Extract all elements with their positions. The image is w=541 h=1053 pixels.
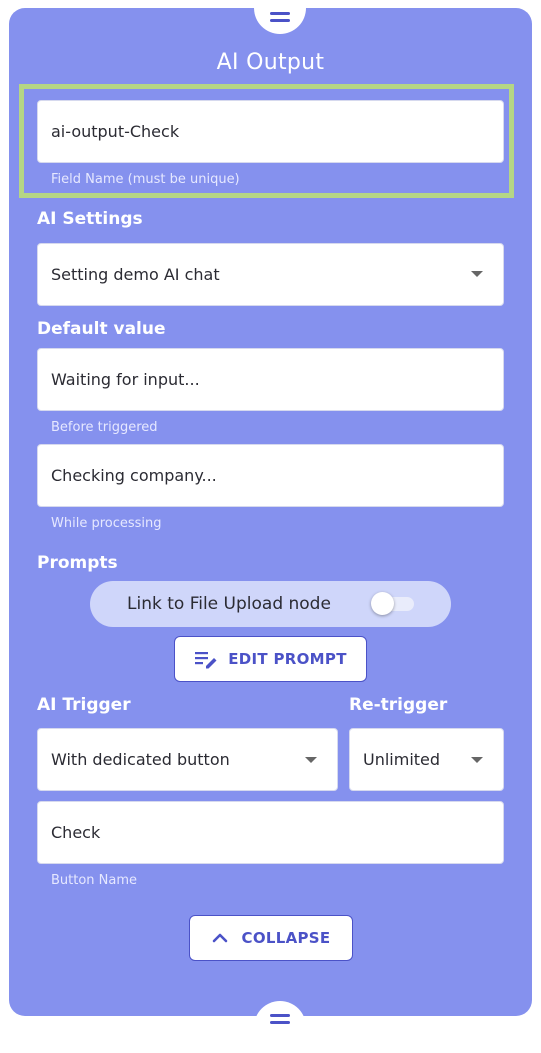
prompts-heading: Prompts: [37, 553, 118, 573]
file-upload-link-switch-knob[interactable]: [371, 592, 394, 615]
retrigger-value: Unlimited: [363, 750, 441, 769]
collapse-button[interactable]: COLLAPSE: [189, 915, 353, 961]
ai-trigger-select[interactable]: With dedicated button: [37, 728, 338, 791]
ai-trigger-value: With dedicated button: [51, 750, 230, 769]
button-name-helper: Button Name: [51, 873, 138, 888]
default-value-heading: Default value: [37, 319, 166, 339]
ai-settings-heading: AI Settings: [37, 209, 143, 229]
drag-handle-icon: [270, 12, 290, 24]
while-processing-input[interactable]: Checking company...: [37, 444, 504, 507]
edit-list-icon: [195, 652, 217, 669]
panel-title: AI Output: [216, 50, 325, 75]
dropdown-arrow-icon: [471, 271, 483, 277]
dropdown-arrow-icon: [305, 757, 317, 763]
drag-handle-bottom[interactable]: [254, 1001, 306, 1053]
file-upload-link-label: Link to File Upload node: [127, 594, 331, 614]
field-name-input[interactable]: ai-output-Check: [37, 100, 504, 163]
while-processing-helper: While processing: [51, 516, 162, 531]
before-triggered-input[interactable]: Waiting for input...: [37, 348, 504, 411]
ai-settings-select[interactable]: Setting demo AI chat: [37, 243, 504, 306]
button-name-input[interactable]: Check: [37, 801, 504, 864]
chevron-up-icon: [212, 933, 227, 943]
edit-prompt-button[interactable]: EDIT PROMPT: [174, 636, 367, 682]
drag-handle-icon: [270, 1014, 290, 1026]
ai-trigger-heading: AI Trigger: [37, 695, 131, 715]
collapse-label: COLLAPSE: [241, 929, 331, 947]
edit-prompt-label: EDIT PROMPT: [228, 650, 347, 668]
drag-handle-top[interactable]: [254, 0, 306, 34]
before-triggered-helper: Before triggered: [51, 420, 158, 435]
ai-settings-value: Setting demo AI chat: [51, 265, 220, 284]
dropdown-arrow-icon: [471, 757, 483, 763]
retrigger-heading: Re-trigger: [349, 695, 448, 715]
field-name-helper: Field Name (must be unique): [51, 172, 240, 187]
